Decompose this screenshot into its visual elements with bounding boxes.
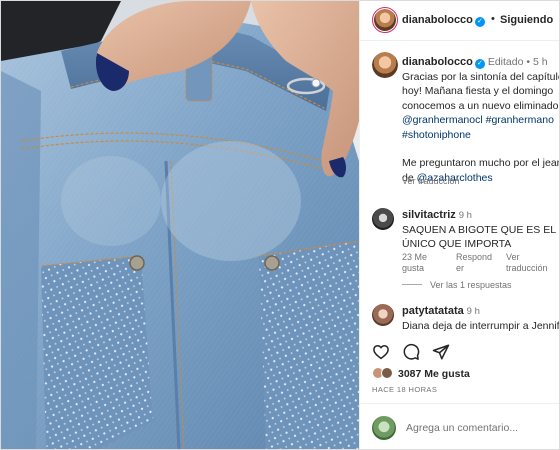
caption-time[interactable]: 5 h [533, 56, 548, 68]
comment-text: Diana deja de interrumpir a Jennifer [402, 320, 560, 332]
caption-line: Gracias por la sintonía del capítulo de [402, 70, 559, 83]
commenter-avatar[interactable] [372, 208, 394, 230]
view-replies-text: Ver las 1 respuestas [430, 280, 512, 290]
caption: dianabolocco ✓ Editado • 5 h Gracias por … [402, 55, 560, 185]
caption-avatar[interactable] [372, 52, 398, 78]
likes-count-text: 3087 Me gusta [398, 368, 470, 380]
caption-hashtags[interactable]: #shotoniphone [402, 128, 559, 143]
post-timestamp[interactable]: HACE 18 HORAS [372, 385, 437, 394]
add-comment-input[interactable]: Agrega un comentario... [406, 422, 518, 434]
comment-time: 9 h [458, 210, 472, 221]
comment-item: silvitactriz 9 h SAQUEN A BIGOTE QUE ES … [372, 208, 559, 278]
following-button[interactable]: Siguiendo [500, 14, 553, 26]
post-details-panel: dianabolocco ✓ • Siguiendo dianabolocco ✓ … [359, 1, 560, 449]
commenter-avatar[interactable] [372, 304, 394, 326]
commenter-username[interactable]: patytatatata [402, 305, 464, 317]
caption-separator: • [526, 56, 531, 68]
comment-text: SAQUEN A BIGOTE QUE ES EL [402, 224, 557, 236]
post-photo[interactable] [1, 1, 359, 449]
commenter-username[interactable]: silvitactriz [402, 209, 456, 221]
add-comment-bar: Agrega un comentario... [360, 403, 559, 449]
caption-line: hoy! Mañana fiesta y el domingo [402, 85, 554, 97]
post-modal: dianabolocco ✓ • Siguiendo dianabolocco ✓ … [0, 0, 560, 450]
verified-badge-icon: ✓ [474, 17, 485, 27]
caption-line: conocemos a un nuevo eliminado. [402, 99, 560, 112]
caption-username[interactable]: dianabolocco [402, 56, 473, 68]
caption-line: Me preguntaron mucho por el jean, es [402, 157, 559, 169]
caption-edited-label: Editado [487, 56, 524, 68]
caption-hashtags[interactable]: @granhermanocl #granhermano [402, 113, 559, 128]
comment-translate-link[interactable]: Ver traducción [506, 252, 548, 274]
comment-likes-count[interactable]: 23 Me gusta [402, 252, 427, 274]
comment-text: ÚNICO QUE IMPORTA [402, 238, 512, 250]
header-separator: • [491, 13, 495, 25]
post-header: dianabolocco ✓ • Siguiendo [360, 1, 559, 41]
current-user-avatar [372, 416, 396, 440]
comment-icon[interactable] [402, 343, 420, 361]
likes-count[interactable]: 3087 Me gusta [372, 367, 470, 380]
author-username-text: dianabolocco [402, 14, 473, 26]
view-replies-button[interactable]: Ver las 1 respuestas [402, 280, 512, 290]
comment-reply-button[interactable]: Respond er [456, 252, 492, 274]
caption-verified-badge-icon: ✓ [474, 59, 485, 69]
comments-scroll-area[interactable]: dianabolocco ✓ Editado • 5 h Gracias por … [360, 42, 560, 357]
comment-time: 9 h [466, 306, 480, 317]
replies-line [402, 284, 422, 285]
post-action-bar [360, 339, 559, 365]
author-username[interactable]: dianabolocco ✓ [402, 14, 485, 27]
heart-icon[interactable] [372, 343, 390, 361]
comment-item: patytatatata 9 h Diana deja de interrump… [372, 304, 560, 344]
liker-avatars [372, 367, 394, 379]
jeans-photo-illustration [1, 1, 359, 449]
caption-translate-link[interactable]: Ver traducción [402, 176, 460, 186]
share-icon[interactable] [432, 343, 450, 361]
author-avatar[interactable] [372, 7, 398, 33]
